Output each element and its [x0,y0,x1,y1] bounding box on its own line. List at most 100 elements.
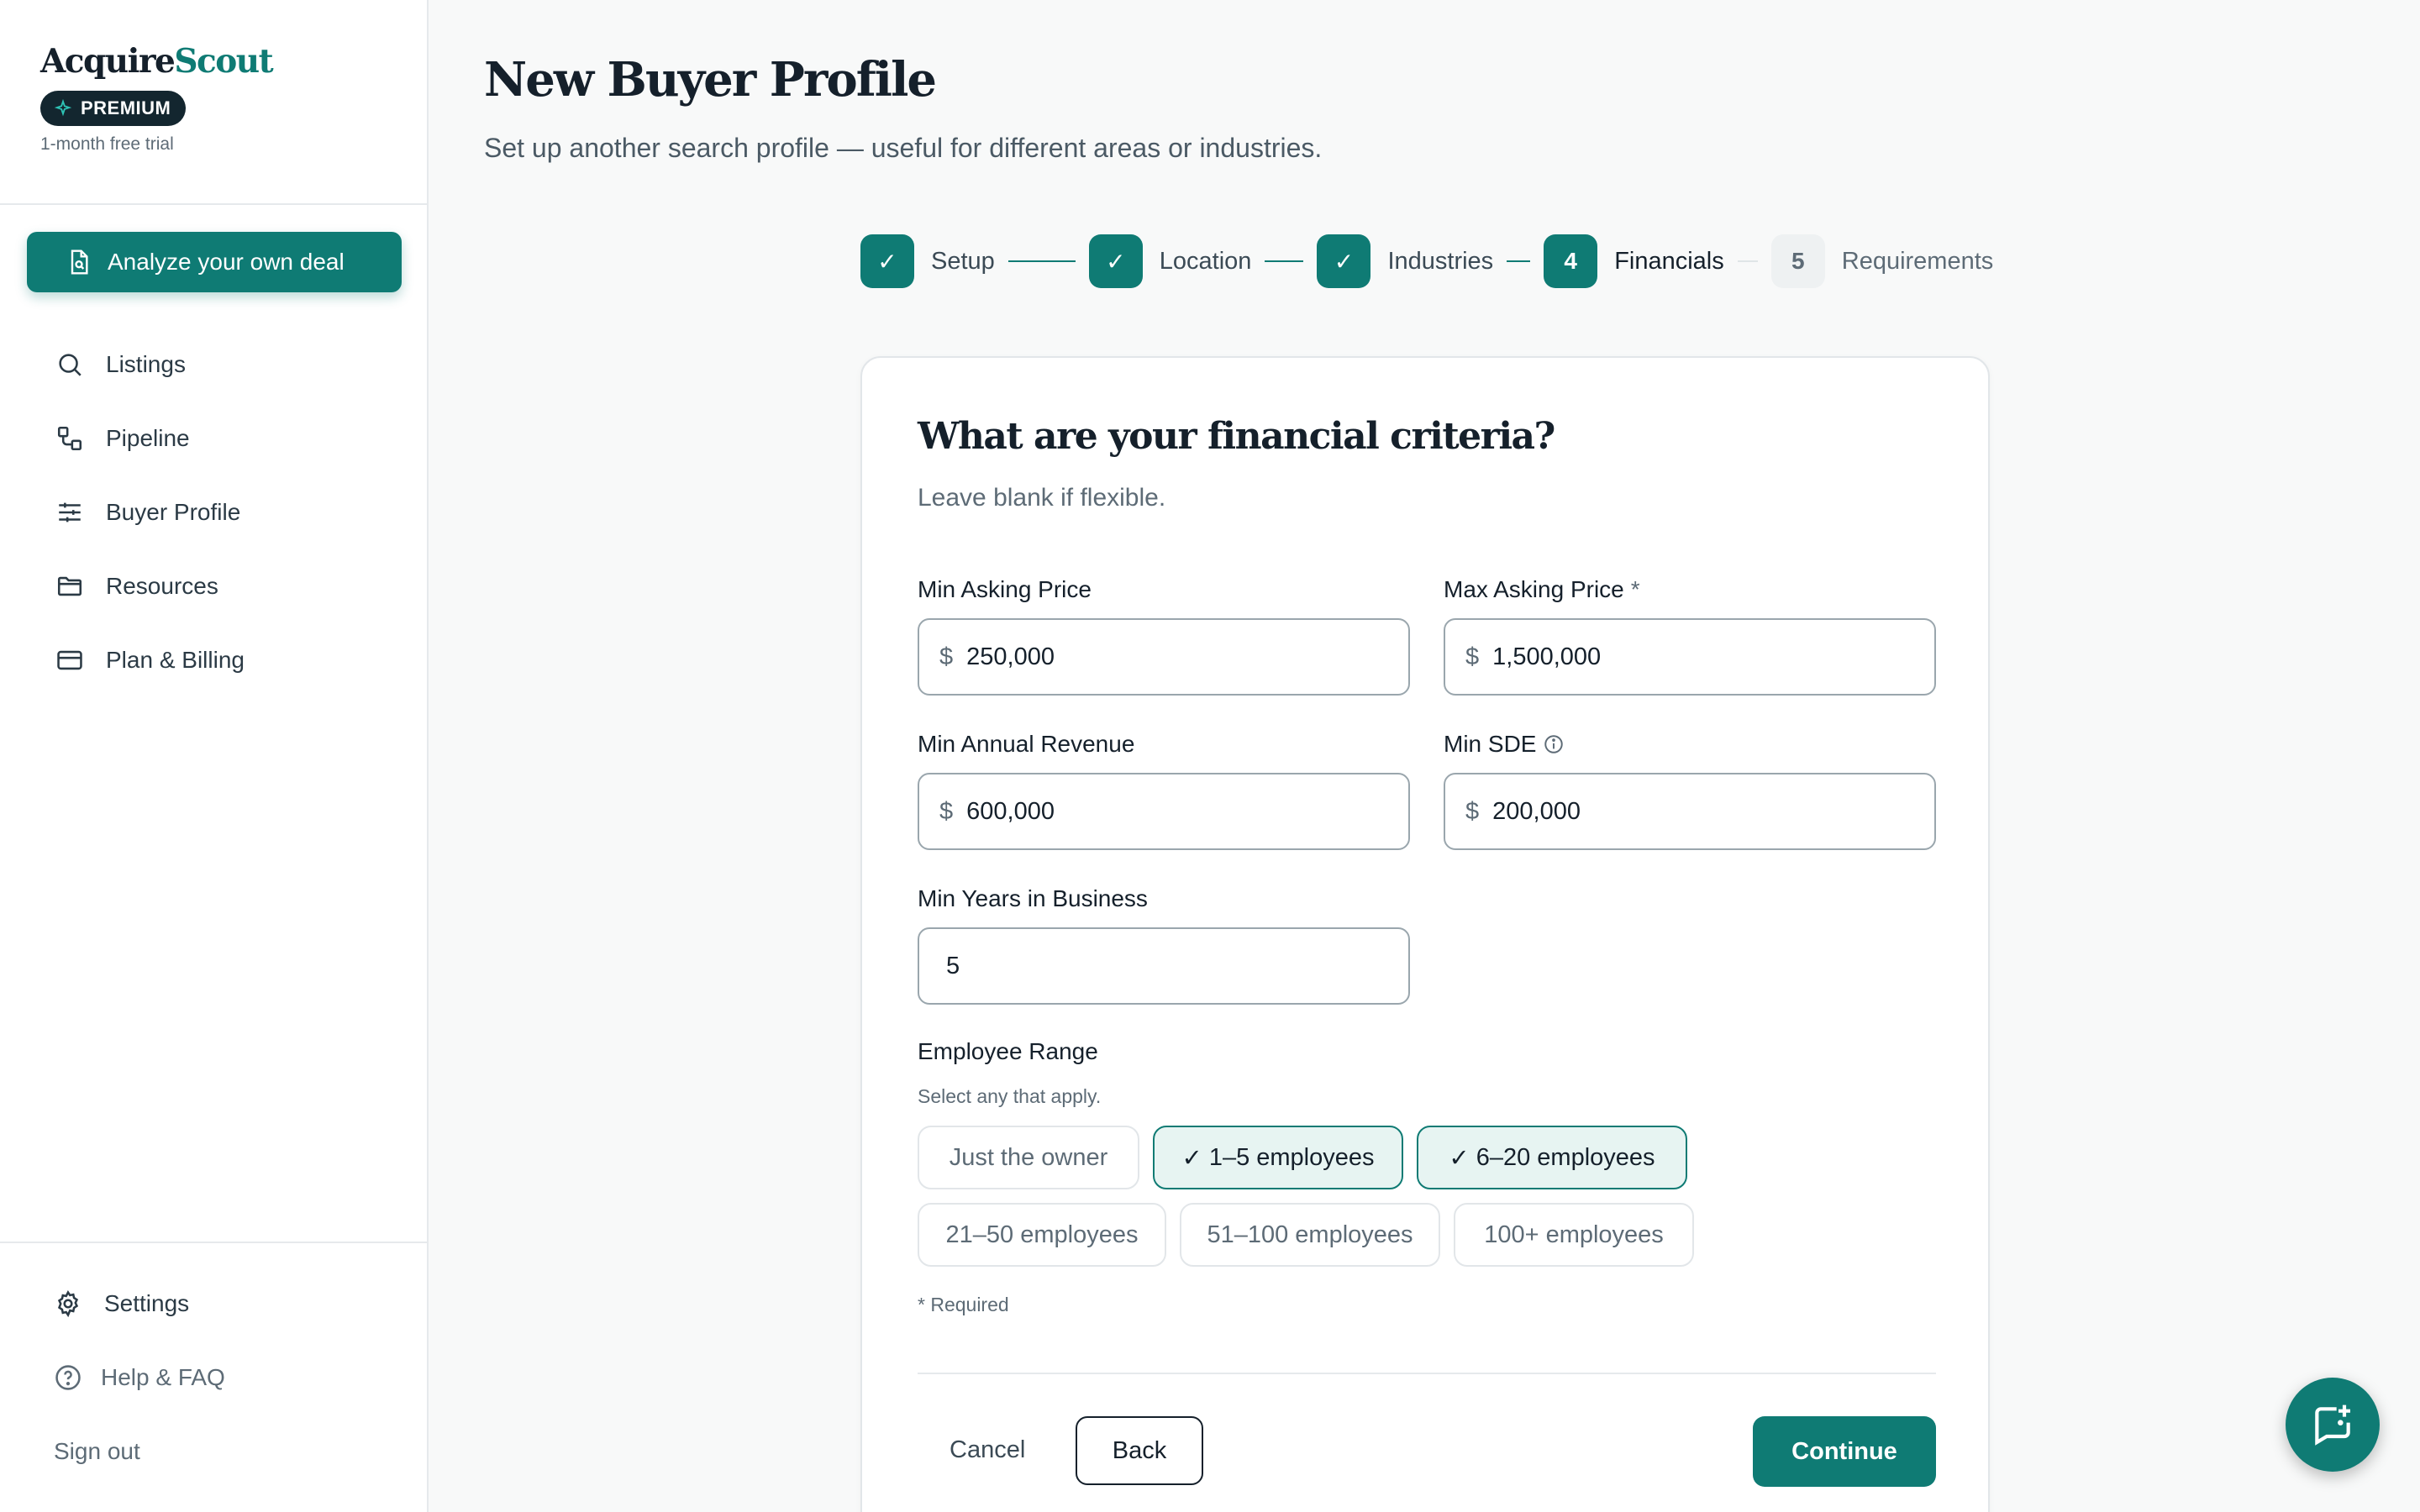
card-subtitle: Leave blank if flexible. [918,484,1166,512]
step-connector [1265,260,1304,262]
sidebar-item-help[interactable]: Help & FAQ [54,1341,225,1415]
sidebar-item-plan-billing[interactable]: Plan & Billing [55,623,245,697]
continue-button[interactable]: Continue [1753,1416,1936,1487]
cancel-button[interactable]: Cancel [950,1416,1025,1483]
step-label: Financials [1614,247,1724,275]
input-value: 250,000 [966,643,1055,670]
max-asking-label: Max Asking Price * [1444,576,1640,603]
help-label: Help & FAQ [101,1364,225,1390]
chip-1-5-employees[interactable]: ✓ 1–5 employees [1153,1126,1403,1189]
analyze-deal-button[interactable]: Analyze your own deal [27,232,402,292]
gear-icon [57,1290,79,1318]
step-number: 5 [1770,234,1825,288]
input-value: 1,500,000 [1492,643,1602,670]
step-check-icon: ✓ [1088,234,1143,288]
info-icon[interactable] [1543,733,1565,755]
min-asking-label: Min Asking Price [918,576,1092,603]
step-setup[interactable]: ✓ Setup [860,234,995,288]
chip-100-plus-employees[interactable]: 100+ employees [1454,1203,1694,1267]
sidebar-bottom-divider [0,1242,429,1243]
sign-out-link[interactable]: Sign out [54,1415,225,1488]
step-check-icon: ✓ [860,234,914,288]
input-value: 200,000 [1492,797,1581,825]
sidebar-item-label: Resources [106,573,218,599]
step-location[interactable]: ✓ Location [1088,234,1252,288]
chip-21-50-employees[interactable]: 21–50 employees [918,1203,1166,1267]
card-title: What are your financial criteria? [918,415,1555,458]
pipeline-icon [57,426,82,451]
sidebar-item-buyer-profile[interactable]: Buyer Profile [55,475,245,549]
settings-label: Settings [104,1290,190,1316]
employee-range-label: Employee Range [918,1038,1098,1064]
step-industries[interactable]: ✓ Industries [1317,234,1493,288]
logo-main: Acquire [40,42,176,81]
sidebar: AcquireScout PREMIUM 1-month free trial … [0,0,429,1512]
chip-label: 6–20 employees [1476,1143,1655,1171]
step-label: Location [1159,247,1252,275]
sidebar-item-label: Pipeline [106,425,190,451]
step-requirements[interactable]: 5 Requirements [1770,234,1994,288]
premium-badge-label: PREMIUM [81,97,171,118]
step-connector [1737,260,1758,262]
analyze-deal-label: Analyze your own deal [108,249,345,275]
chip-label: 21–50 employees [945,1221,1139,1248]
logo-accent: Scout [174,42,273,81]
folder-icon [57,576,82,596]
financial-criteria-card: What are your financial criteria? Leave … [860,356,1990,1512]
sidebar-item-pipeline[interactable]: Pipeline [55,402,245,475]
step-label: Setup [931,247,995,275]
card-divider [918,1373,1936,1374]
chip-6-20-employees[interactable]: ✓ 6–20 employees [1417,1126,1687,1189]
input-value: 5 [946,952,960,979]
chip-label: 51–100 employees [1207,1221,1413,1248]
page-title: New Buyer Profile [484,52,937,108]
step-connector [1007,260,1076,262]
chat-button[interactable] [2286,1378,2380,1472]
field-label-text: Min Asking Price [918,576,1092,602]
check-icon: ✓ [1181,1144,1202,1172]
sidebar-item-settings[interactable]: Settings [54,1267,225,1341]
chip-label: Just the owner [949,1143,1108,1171]
min-years-input[interactable]: 5 [918,927,1410,1005]
back-button[interactable]: Back [1076,1416,1203,1485]
progress-stepper: ✓ Setup ✓ Location ✓ Industries 4 Financ… [860,234,1993,288]
currency-symbol: $ [1465,797,1480,825]
sparkle-icon [54,99,72,117]
sidebar-item-label: Plan & Billing [106,647,245,673]
sign-out-label: Sign out [54,1438,140,1464]
chip-label: 1–5 employees [1208,1143,1375,1171]
min-revenue-input[interactable]: $ 600,000 [918,773,1410,850]
help-circle-icon [55,1365,81,1390]
min-years-label: Min Years in Business [918,885,1148,912]
required-note: * Required [918,1294,1009,1315]
chip-just-owner[interactable]: Just the owner [918,1126,1139,1189]
premium-badge: PREMIUM [40,91,187,126]
field-label-text: Min SDE [1444,731,1537,757]
chat-sparkle-icon [2315,1404,2350,1446]
input-value: 600,000 [966,797,1055,825]
step-label: Requirements [1841,247,1994,275]
logo[interactable]: AcquireScout [40,42,274,81]
field-label-text: Min Years in Business [918,885,1148,911]
step-financials[interactable]: 4 Financials [1544,234,1724,288]
field-label-text: Min Annual Revenue [918,731,1135,757]
currency-symbol: $ [939,643,954,670]
sidebar-item-label: Buyer Profile [106,499,241,525]
brand: AcquireScout PREMIUM 1-month free trial [40,42,274,155]
sidebar-nav: Listings Pipeline Buyer Profile Resource… [55,328,245,697]
sidebar-divider [0,203,429,205]
step-label: Industries [1387,247,1494,275]
min-asking-input[interactable]: $ 250,000 [918,618,1410,696]
chip-51-100-employees[interactable]: 51–100 employees [1180,1203,1440,1267]
min-sde-input[interactable]: $ 200,000 [1444,773,1936,850]
max-asking-input[interactable]: $ 1,500,000 [1444,618,1936,696]
field-label-text: Max Asking Price [1444,576,1624,602]
trial-note: 1-month free trial [40,134,174,154]
chip-label: 100+ employees [1484,1221,1664,1248]
sidebar-item-listings[interactable]: Listings [55,328,245,402]
step-check-icon: ✓ [1317,234,1371,288]
sidebar-item-resources[interactable]: Resources [55,549,245,623]
min-revenue-label: Min Annual Revenue [918,731,1134,758]
sliders-icon [59,502,81,522]
check-icon: ✓ [1449,1144,1470,1172]
